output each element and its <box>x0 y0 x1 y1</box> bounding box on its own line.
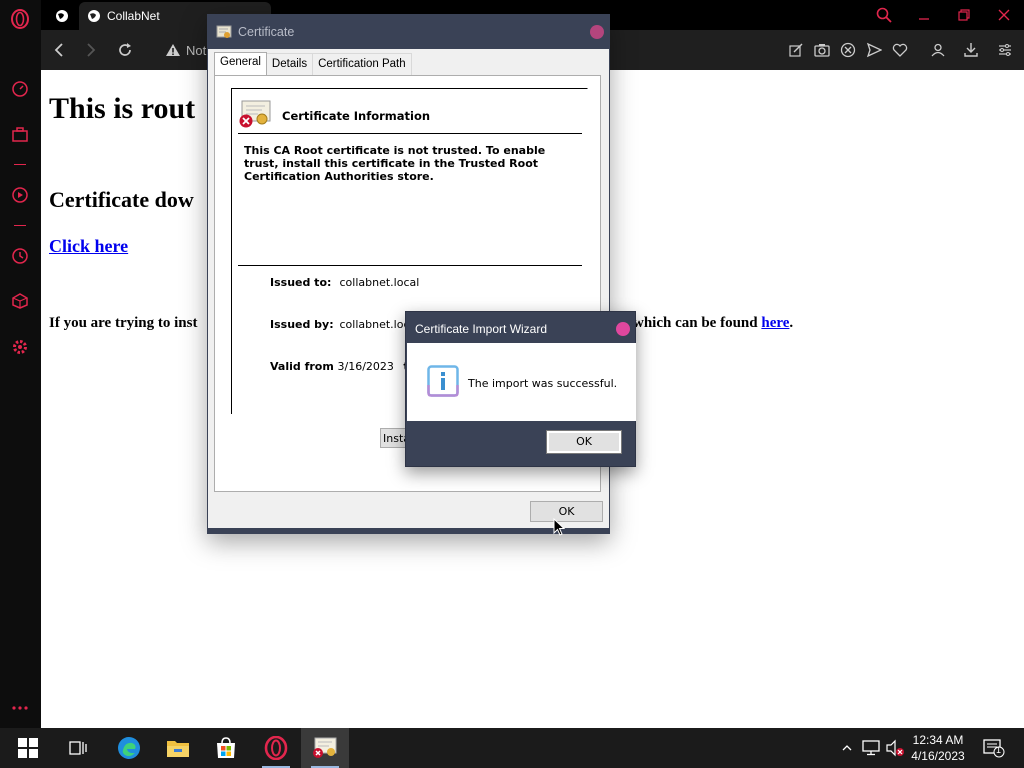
speed-dial-icon[interactable] <box>10 79 30 99</box>
network-icon[interactable] <box>861 738 881 758</box>
back-icon[interactable] <box>49 40 69 60</box>
paragraph-end-punct: . <box>789 315 794 331</box>
clock-time: 12:34 AM <box>912 733 964 747</box>
wizard-ok-button[interactable]: OK <box>546 430 622 454</box>
page-paragraph-end: which can be found here. <box>633 315 793 332</box>
volume-muted-icon[interactable] <box>885 738 905 758</box>
issued-to-row: Issued to: collabnet.local <box>270 276 419 289</box>
opera-icon <box>264 736 288 760</box>
clock-date: 4/16/2023 <box>911 749 965 763</box>
certificate-tabs: General Details Certification Path <box>214 52 412 75</box>
import-success-message: The import was successful. <box>468 377 618 390</box>
extensions-icon[interactable] <box>10 291 30 311</box>
issued-by-label: Issued by: <box>270 318 334 331</box>
history-icon[interactable] <box>10 246 30 266</box>
divider <box>238 133 582 134</box>
here-link[interactable]: here <box>761 315 789 331</box>
close-icon[interactable] <box>616 322 630 336</box>
page-subheading: Certificate dow <box>49 187 194 212</box>
issued-by-row: Issued by: collabnet.local <box>270 318 419 331</box>
player-icon[interactable] <box>10 185 30 205</box>
task-view-icon <box>69 741 87 755</box>
ad-block-icon[interactable] <box>838 40 858 60</box>
paragraph-end-text: which can be found <box>633 315 762 331</box>
import-wizard-dialog: Certificate Import Wizard The import was… <box>405 311 636 467</box>
sidebar-divider <box>14 225 26 226</box>
task-view-button[interactable] <box>54 728 102 768</box>
trust-warning-text: This CA Root certificate is not trusted.… <box>244 144 546 183</box>
snapshot-edit-icon[interactable] <box>786 40 806 60</box>
easy-setup-icon[interactable] <box>995 40 1015 60</box>
start-button[interactable] <box>4 728 52 768</box>
heart-icon[interactable] <box>890 40 910 60</box>
opera-menu-icon[interactable] <box>10 9 30 29</box>
tab-certification-path[interactable]: Certification Path <box>312 53 412 75</box>
notification-center-icon[interactable]: 1 <box>982 738 1006 758</box>
certificate-ok-button[interactable]: OK <box>530 501 603 522</box>
page-paragraph: If you are trying to inst <box>49 315 198 331</box>
taskbar-certificate[interactable] <box>301 728 349 768</box>
taskbar-edge[interactable] <box>105 728 153 768</box>
camera-icon[interactable] <box>812 40 832 60</box>
divider <box>238 265 582 266</box>
valid-from-row: Valid from 3/16/2023 to <box>270 360 416 373</box>
windows-taskbar: 12:34 AM 4/16/2023 1 <box>0 728 1024 768</box>
globe-icon <box>88 10 100 22</box>
edge-icon <box>118 737 140 759</box>
store-icon <box>217 737 235 758</box>
issued-to-label: Issued to: <box>270 276 332 289</box>
tab-details[interactable]: Details <box>265 53 314 75</box>
download-icon[interactable] <box>961 40 981 60</box>
browser-sidebar <box>0 0 41 728</box>
info-icon <box>427 365 459 402</box>
certificate-icon <box>216 25 232 38</box>
desktop-screen: CollabNet Not This is rout Certificate d… <box>0 0 1024 768</box>
valid-from-label: Valid from <box>270 360 334 373</box>
search-icon[interactable] <box>873 4 895 26</box>
mouse-cursor-icon <box>553 517 566 541</box>
taskbar-opera[interactable] <box>252 728 300 768</box>
restore-icon[interactable] <box>953 4 975 26</box>
workspace-icon[interactable] <box>10 125 30 145</box>
import-wizard-body: The import was successful. <box>407 343 636 421</box>
page-heading: This is rout <box>49 92 196 125</box>
system-clock[interactable]: 12:34 AM 4/16/2023 <box>910 732 966 764</box>
tab-previous[interactable] <box>47 2 77 30</box>
taskbar-store[interactable] <box>202 728 250 768</box>
notification-count-badge: 1 <box>996 745 1002 755</box>
account-icon[interactable] <box>928 40 948 60</box>
tab-title: CollabNet <box>107 9 160 23</box>
taskbar-file-explorer[interactable] <box>154 728 202 768</box>
valid-from-value: 3/16/2023 <box>337 360 394 373</box>
folder-icon <box>167 741 189 757</box>
close-icon[interactable] <box>590 25 604 39</box>
warning-icon[interactable] <box>163 40 183 60</box>
security-status-label[interactable]: Not <box>186 43 206 58</box>
tray-overflow-chevron-icon[interactable] <box>837 738 857 758</box>
tab-general[interactable]: General <box>214 52 267 75</box>
issued-to-value: collabnet.local <box>339 276 420 289</box>
import-wizard-title[interactable]: Certificate Import Wizard <box>415 322 547 336</box>
send-icon[interactable] <box>864 40 884 60</box>
certificate-download-link[interactable]: Click here <box>49 236 128 257</box>
certificate-dialog-titlebar[interactable]: Certificate <box>208 15 609 49</box>
dialog-bottom-bar <box>208 528 609 533</box>
globe-icon <box>56 10 68 22</box>
minimize-icon[interactable] <box>913 4 935 26</box>
more-options-icon[interactable] <box>10 698 30 718</box>
reload-icon[interactable] <box>115 40 135 60</box>
sidebar-divider <box>14 164 26 165</box>
untrusted-certificate-icon <box>238 99 272 134</box>
certificate-icon <box>313 737 337 758</box>
certificate-info-title: Certificate Information <box>282 109 431 123</box>
close-window-icon[interactable] <box>993 4 1015 26</box>
forward-icon[interactable] <box>81 40 101 60</box>
settings-gear-icon[interactable] <box>10 337 30 357</box>
certificate-dialog-title: Certificate <box>238 25 295 39</box>
windows-logo-icon <box>18 738 38 758</box>
